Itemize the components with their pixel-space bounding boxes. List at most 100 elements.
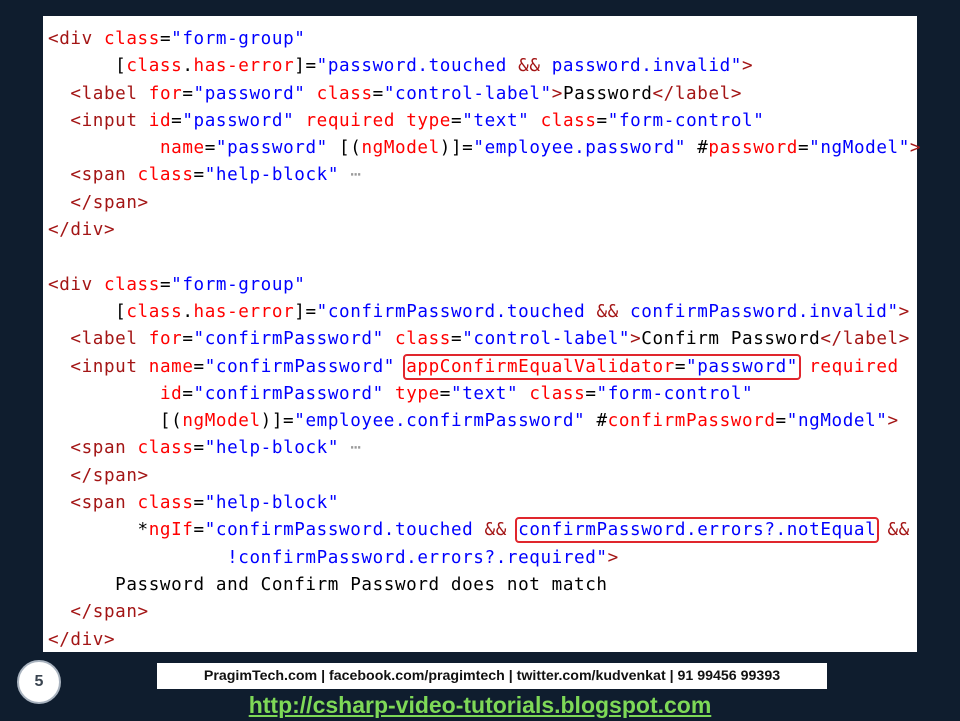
- code-token: =: [204, 138, 216, 159]
- code-token: =: [159, 274, 172, 295]
- code-token: <input: [70, 356, 149, 377]
- code-token: =: [775, 411, 787, 432]
- code-token: "help-block": [204, 493, 340, 514]
- code-token: >: [551, 83, 563, 104]
- code-token: class: [540, 110, 597, 131]
- code-line: id="confirmPassword" type="text" class="…: [48, 381, 917, 408]
- code-token: "ngModel": [809, 138, 910, 159]
- code-token: ]=: [294, 56, 317, 77]
- code-line: <label for="confirmPassword" class="cont…: [48, 326, 917, 353]
- code-token: class: [316, 83, 373, 104]
- code-token: >: [898, 301, 910, 322]
- code-token: <label: [70, 83, 149, 104]
- code-token: "control-label": [383, 83, 552, 104]
- blog-url-link[interactable]: http://csharp-video-tutorials.blogspot.c…: [0, 689, 960, 721]
- code-token: =: [450, 329, 463, 350]
- code-token: "password": [193, 83, 306, 104]
- code-token: class: [137, 493, 194, 514]
- code-token: </div>: [48, 220, 116, 241]
- code-token: id: [159, 383, 183, 404]
- code-token: =: [674, 356, 687, 377]
- code-token: "confirmPassword.touched: [204, 520, 485, 541]
- highlight-box: appConfirmEqualValidator="password": [403, 353, 801, 380]
- code-token: class: [126, 56, 183, 77]
- code-token: *: [48, 520, 149, 541]
- code-token: >: [741, 56, 754, 77]
- code-token: ngModel: [182, 411, 261, 432]
- code-line: *ngIf="confirmPassword.touched && confir…: [48, 517, 917, 544]
- code-token: <span: [70, 493, 138, 514]
- code-token: [(: [48, 411, 183, 432]
- code-token: </span>: [70, 192, 149, 213]
- code-line: </div>: [48, 217, 917, 244]
- code-line: <div class="form-group": [48, 272, 917, 299]
- code-token: class: [529, 383, 586, 404]
- code-token: has-error: [193, 56, 295, 77]
- code-token: </span>: [70, 602, 149, 623]
- collapsed-ellipsis-icon: ⋯: [350, 165, 362, 186]
- code-token: =: [797, 138, 810, 159]
- code-token: "confirmPassword": [193, 329, 384, 350]
- code-line: <span class="help-block" ⋯: [48, 162, 917, 189]
- code-line: </div>: [48, 627, 917, 654]
- code-token: .: [182, 301, 194, 322]
- code-token: "text": [462, 110, 530, 131]
- code-line: </span>: [48, 463, 917, 490]
- code-token: required: [305, 110, 396, 131]
- code-token: =: [585, 383, 597, 404]
- code-token: ngModel: [361, 138, 440, 159]
- code-line: Password and Confirm Password does not m…: [48, 572, 917, 599]
- code-token: "password": [686, 356, 798, 377]
- code-token: [: [115, 301, 127, 322]
- code-token: "employee.password": [473, 138, 687, 159]
- code-token: required: [809, 356, 899, 377]
- code-token: "confirmPassword": [204, 356, 396, 377]
- code-token: <label: [70, 329, 149, 350]
- code-token: >: [887, 411, 899, 432]
- code-line: <input name="confirmPassword" appConfirm…: [48, 353, 917, 381]
- code-token: <span: [70, 438, 138, 459]
- code-token: &&: [887, 520, 910, 541]
- code-token: <div: [48, 29, 104, 49]
- code-line: </span>: [48, 190, 917, 217]
- code-token: &&: [596, 301, 619, 322]
- code-token: has-error: [193, 301, 295, 322]
- code-token: type: [406, 110, 452, 131]
- code-token: "confirmPassword.touched: [316, 301, 597, 322]
- code-token: password: [708, 138, 798, 159]
- code-token: type: [395, 383, 440, 404]
- code-line: !confirmPassword.errors?.required">: [48, 545, 917, 572]
- code-line: [class.has-error]="password.touched && p…: [48, 53, 917, 80]
- code-token: )]=: [439, 138, 474, 159]
- code-token: )]=: [260, 411, 295, 432]
- code-token: Password: [562, 83, 653, 104]
- code-token: =: [193, 493, 205, 514]
- code-token: =: [159, 29, 172, 49]
- code-token: [: [115, 56, 127, 77]
- code-token: >: [607, 547, 619, 568]
- code-panel: <div class="form-group" [class.has-error…: [43, 16, 921, 654]
- code-token: #: [686, 138, 709, 159]
- code-token: <input: [70, 110, 149, 131]
- code-token: class: [137, 165, 194, 186]
- code-token: =: [193, 520, 205, 541]
- code-line: name="password" [(ngModel)]="employee.pa…: [48, 135, 921, 162]
- code-token: confirmPassword.errors?.notEqual: [518, 520, 877, 541]
- footer-contact-banner: PragimTech.com | facebook.com/pragimtech…: [157, 663, 827, 689]
- code-token: =: [182, 383, 194, 404]
- code-token: "password": [182, 110, 295, 131]
